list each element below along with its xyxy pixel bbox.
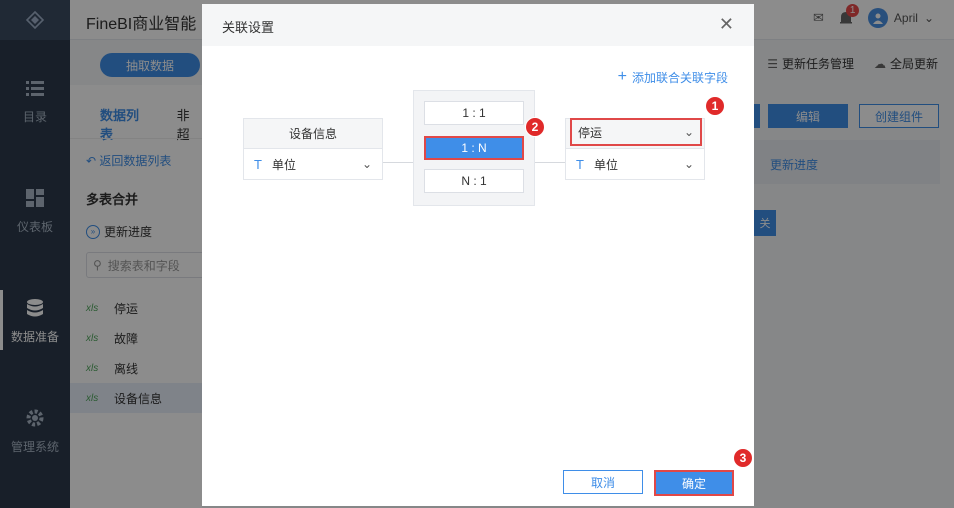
left-field-label: 单位 (271, 157, 296, 172)
step-marker-1: 1 (705, 96, 725, 116)
relation-settings-dialog: 关联设置 ✕ + 添加联合关联字段 设备信息 T 单位 ⌄ 1 : 1 1 : N… (202, 4, 754, 506)
option-1-to-n[interactable]: 1 : N (424, 136, 524, 160)
connector-line (383, 162, 413, 163)
confirm-button[interactable]: 确定 (654, 470, 734, 496)
connector-line (535, 162, 565, 163)
relation-options: 1 : 1 1 : N N : 1 (413, 90, 535, 206)
left-field-select[interactable]: T 单位 ⌄ (244, 149, 382, 179)
step-marker-2: 2 (525, 117, 545, 137)
plus-icon: + (617, 68, 627, 85)
left-table-name: 设备信息 (244, 119, 382, 149)
right-field-label: 单位 (593, 157, 618, 172)
add-link-label: 添加联合关联字段 (631, 70, 728, 85)
right-field-select[interactable]: T 单位 ⌄ (566, 149, 704, 179)
step-marker-3: 3 (733, 448, 753, 468)
cancel-button[interactable]: 取消 (563, 470, 643, 494)
text-type-icon: T (254, 156, 262, 172)
dialog-title: 关联设置 (222, 20, 275, 35)
right-table-select[interactable]: 停运 ⌄ (570, 118, 702, 146)
text-type-icon: T (576, 156, 584, 172)
dialog-header: 关联设置 ✕ (202, 4, 754, 46)
option-1-to-1[interactable]: 1 : 1 (424, 101, 524, 125)
left-table-box: 设备信息 T 单位 ⌄ (243, 118, 383, 180)
close-icon[interactable]: ✕ (719, 14, 734, 35)
chevron-down-icon: ⌄ (683, 157, 694, 171)
chevron-down-icon: ⌄ (683, 125, 694, 139)
chevron-down-icon: ⌄ (361, 157, 372, 171)
option-n-to-1[interactable]: N : 1 (424, 169, 524, 193)
right-table-name: 停运 (578, 125, 603, 140)
add-joint-field-link[interactable]: + 添加联合关联字段 (618, 68, 728, 86)
